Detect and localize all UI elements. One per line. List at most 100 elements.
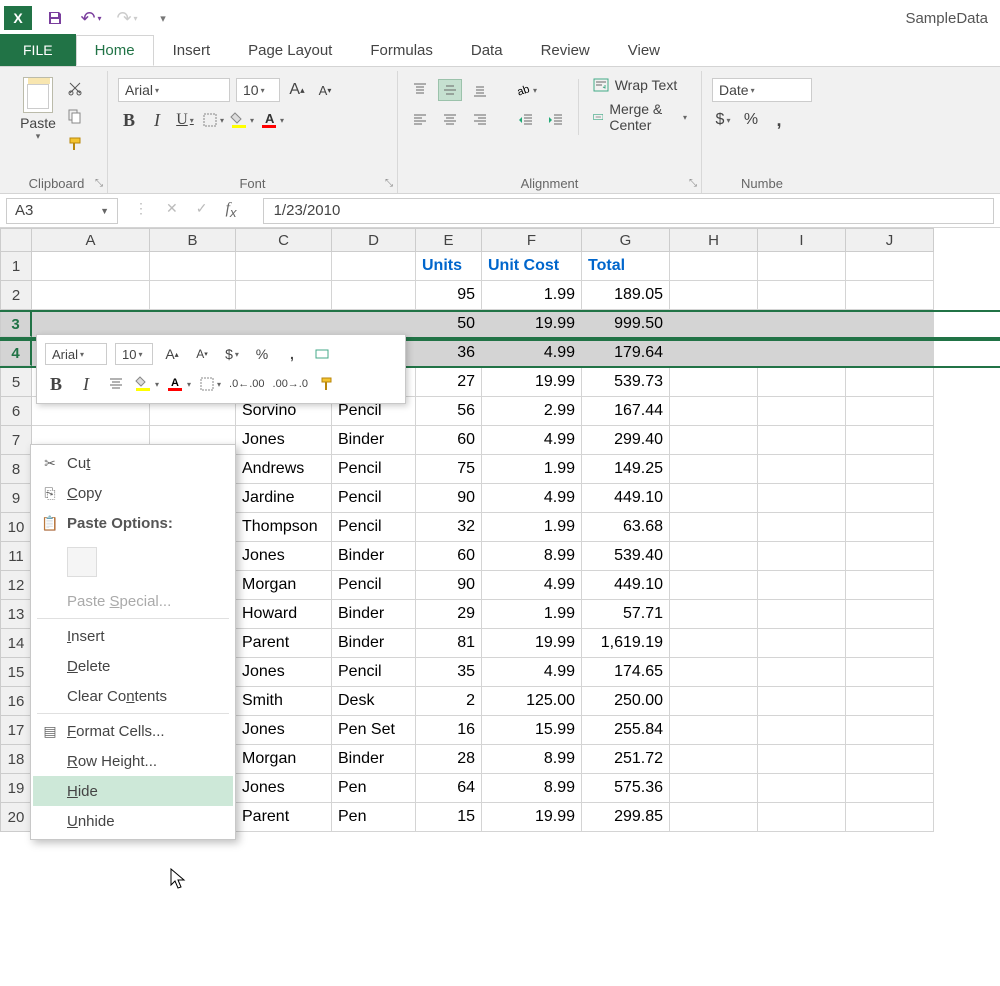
align-center-button[interactable] [438,109,462,131]
col-header-f[interactable]: F [482,228,582,252]
fill-color-button[interactable] [230,109,254,131]
borders-button[interactable] [202,109,224,131]
decrease-font-button[interactable]: A▾ [314,79,336,101]
row-header-4[interactable]: 4 [0,341,32,366]
row-header-3[interactable]: 3 [0,312,32,337]
cell[interactable]: 1,619.19 [582,629,670,658]
mini-format-painter[interactable] [316,373,338,395]
cell[interactable]: 19.99 [482,368,582,397]
paste-button[interactable]: Paste ▾ [16,77,60,142]
cell[interactable] [846,542,934,571]
cell[interactable] [670,745,758,774]
cell[interactable]: 95 [416,281,482,310]
clipboard-launcher[interactable]: ⤡ [95,178,103,189]
col-header-b[interactable]: B [150,228,236,252]
cell[interactable] [32,281,150,310]
mini-shrink-font[interactable]: A▾ [191,343,213,365]
cell[interactable]: 60 [416,426,482,455]
align-top-button[interactable] [408,79,432,101]
row-header-15[interactable]: 15 [0,658,32,687]
cell[interactable]: Pen Set [332,716,416,745]
row-header-2[interactable]: 2 [0,281,32,310]
cell[interactable]: Pencil [332,455,416,484]
cell[interactable]: 251.72 [582,745,670,774]
cell[interactable] [846,716,934,745]
cell[interactable] [846,312,934,337]
cell[interactable]: 179.64 [582,341,670,366]
cell[interactable] [846,803,934,832]
mini-fill-color[interactable] [135,373,159,395]
tab-data[interactable]: Data [452,35,522,66]
decrease-indent-button[interactable] [514,109,538,131]
cell[interactable]: Jones [236,774,332,803]
cell[interactable] [670,716,758,745]
cell[interactable] [846,484,934,513]
cell[interactable]: Binder [332,542,416,571]
row-header-5[interactable]: 5 [0,368,32,397]
bold-button[interactable]: B [118,109,140,131]
col-header-i[interactable]: I [758,228,846,252]
align-left-button[interactable] [408,109,432,131]
row-header-1[interactable]: 1 [0,252,32,281]
cell[interactable]: Pen [332,803,416,832]
cell[interactable] [846,600,934,629]
select-all-corner[interactable] [0,228,32,252]
row-header-19[interactable]: 19 [0,774,32,803]
cell[interactable]: Pencil [332,513,416,542]
increase-font-button[interactable]: A▴ [286,79,308,101]
increase-indent-button[interactable] [544,109,568,131]
cell[interactable] [670,571,758,600]
cell[interactable] [758,716,846,745]
cell[interactable]: Morgan [236,571,332,600]
mini-grow-font[interactable]: A▴ [161,343,183,365]
cell[interactable] [758,426,846,455]
font-name-combo[interactable]: Arial [118,78,230,102]
col-header-d[interactable]: D [332,228,416,252]
cell[interactable]: 63.68 [582,513,670,542]
tab-file[interactable]: FILE [0,34,76,66]
cell[interactable]: 50 [416,312,482,337]
cell[interactable] [670,803,758,832]
cell[interactable] [670,513,758,542]
mini-decrease-decimal[interactable]: .00→.0 [273,373,308,395]
tab-view[interactable]: View [609,35,679,66]
qat-undo-button[interactable]: ↶▾ [80,7,102,29]
cell[interactable]: 539.40 [582,542,670,571]
cell[interactable] [670,455,758,484]
cell[interactable] [150,281,236,310]
cell[interactable]: 539.73 [582,368,670,397]
row-header-10[interactable]: 10 [0,513,32,542]
wrap-text-button[interactable]: Wrap Text [589,75,691,95]
mini-bold[interactable]: B [45,373,67,395]
cell[interactable]: 174.65 [582,658,670,687]
cell[interactable] [846,745,934,774]
cell[interactable]: Jones [236,426,332,455]
cell[interactable]: Parent [236,629,332,658]
cell[interactable] [670,658,758,687]
cell[interactable] [758,513,846,542]
comma-button[interactable]: , [768,109,790,131]
cell[interactable]: 1.99 [482,513,582,542]
cell[interactable]: 15.99 [482,716,582,745]
tab-formulas[interactable]: Formulas [351,35,452,66]
font-launcher[interactable]: ⤡ [385,178,393,189]
cell[interactable] [670,542,758,571]
cut-button[interactable] [62,77,88,99]
cell[interactable] [670,600,758,629]
cell[interactable]: Jardine [236,484,332,513]
cell[interactable] [758,397,846,426]
tab-home[interactable]: Home [76,35,154,66]
cm-unhide[interactable]: Unhide [33,806,233,836]
cm-paste-option-paste[interactable] [33,538,233,586]
cell[interactable]: 189.05 [582,281,670,310]
tab-page-layout[interactable]: Page Layout [229,35,351,66]
cell[interactable]: Thompson [236,513,332,542]
cell[interactable]: Binder [332,600,416,629]
cell[interactable]: 90 [416,571,482,600]
cell[interactable]: 56 [416,397,482,426]
fx-button[interactable]: fx [225,200,236,220]
mini-percent[interactable]: % [251,343,273,365]
cm-copy[interactable]: ⎘Copy [33,478,233,508]
row-header-7[interactable]: 7 [0,426,32,455]
cell[interactable]: 64 [416,774,482,803]
